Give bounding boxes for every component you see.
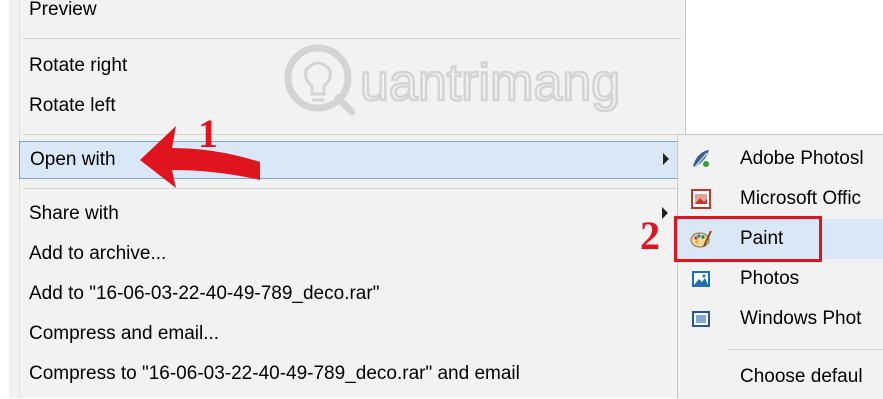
menu-item-add-to-rar[interactable]: Add to "16-06-03-22-40-49-789_deco.rar"	[19, 276, 683, 312]
office-picture-icon	[691, 189, 711, 209]
menu-item-compress-to-rar-and-email[interactable]: Compress to "16-06-03-22-40-49-789_deco.…	[19, 356, 683, 392]
paint-highlight-box	[674, 216, 822, 262]
submenu-item-windows-photo-viewer[interactable]: Windows Phot	[678, 299, 883, 339]
menu-item-label: Share with	[29, 203, 119, 224]
menu-item-label: Compress to "16-06-03-22-40-49-789_deco.…	[29, 363, 520, 384]
windows-photo-viewer-icon	[692, 311, 710, 327]
menu-item-compress-and-email[interactable]: Compress and email...	[19, 316, 683, 352]
menu-item-label: Rotate left	[29, 95, 116, 116]
submenu-item-label: Adobe Photosl	[740, 148, 864, 169]
menu-separator	[23, 134, 681, 135]
menu-item-label: Add to archive...	[29, 243, 167, 264]
menu-separator	[23, 38, 681, 39]
submenu-arrow-icon	[662, 207, 668, 219]
menu-item-add-to-archive[interactable]: Add to archive...	[19, 236, 683, 272]
photos-icon	[692, 271, 710, 287]
menu-item-share-with[interactable]: Share with	[19, 196, 683, 232]
menu-item-label: Open with	[30, 149, 116, 170]
context-menu: Preview Rotate right Rotate left Open wi…	[9, 0, 686, 398]
menu-item-rotate-right[interactable]: Rotate right	[19, 48, 683, 84]
step-number-1: 1	[198, 111, 218, 156]
submenu-item-microsoft-office[interactable]: Microsoft Offic	[678, 179, 883, 219]
submenu-item-label: Microsoft Offic	[740, 188, 862, 209]
menu-item-preview[interactable]: Preview	[19, 0, 683, 28]
submenu-item-label: Photos	[740, 268, 800, 289]
step-number-2: 2	[640, 213, 660, 258]
submenu-arrow-icon	[663, 153, 669, 165]
photoshop-feather-icon	[693, 150, 709, 168]
menu-item-label: Add to "16-06-03-22-40-49-789_deco.rar"	[29, 283, 380, 304]
submenu-item-label: Choose defaul	[740, 366, 863, 387]
submenu-item-photos[interactable]: Photos	[678, 259, 883, 299]
submenu-item-adobe-photoshop[interactable]: Adobe Photosl	[678, 139, 883, 179]
submenu-item-label: Windows Phot	[740, 308, 862, 329]
menu-item-label: Compress and email...	[29, 323, 220, 344]
submenu-item-choose-default[interactable]: Choose defaul	[678, 357, 883, 397]
menu-item-rotate-left[interactable]: Rotate left	[19, 88, 683, 124]
menu-item-open-with[interactable]: Open with	[19, 141, 683, 179]
menu-item-label: Preview	[29, 0, 97, 20]
menu-item-label: Rotate right	[29, 55, 128, 76]
open-with-submenu: Adobe Photosl Microsoft Offic Paint Phot…	[677, 134, 883, 399]
menu-separator	[23, 188, 681, 189]
submenu-separator	[728, 349, 883, 350]
